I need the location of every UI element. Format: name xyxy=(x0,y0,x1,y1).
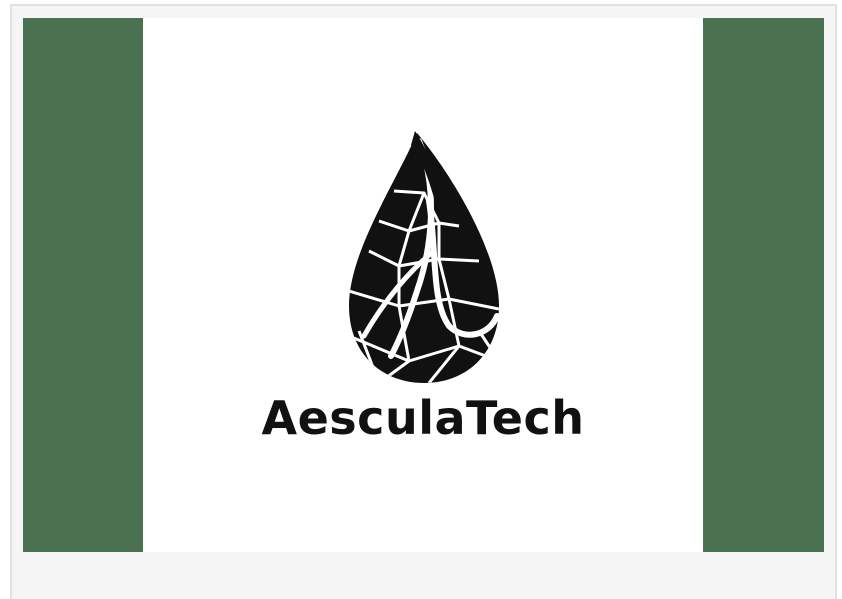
logo-wordmark: AesculaTech xyxy=(261,391,585,445)
logo-image: AesculaTech xyxy=(23,18,824,552)
green-band-left xyxy=(23,18,143,552)
logo-panel: AesculaTech xyxy=(143,18,703,552)
flame-drop-mosaic-icon xyxy=(349,131,500,383)
green-band-right xyxy=(703,18,824,552)
